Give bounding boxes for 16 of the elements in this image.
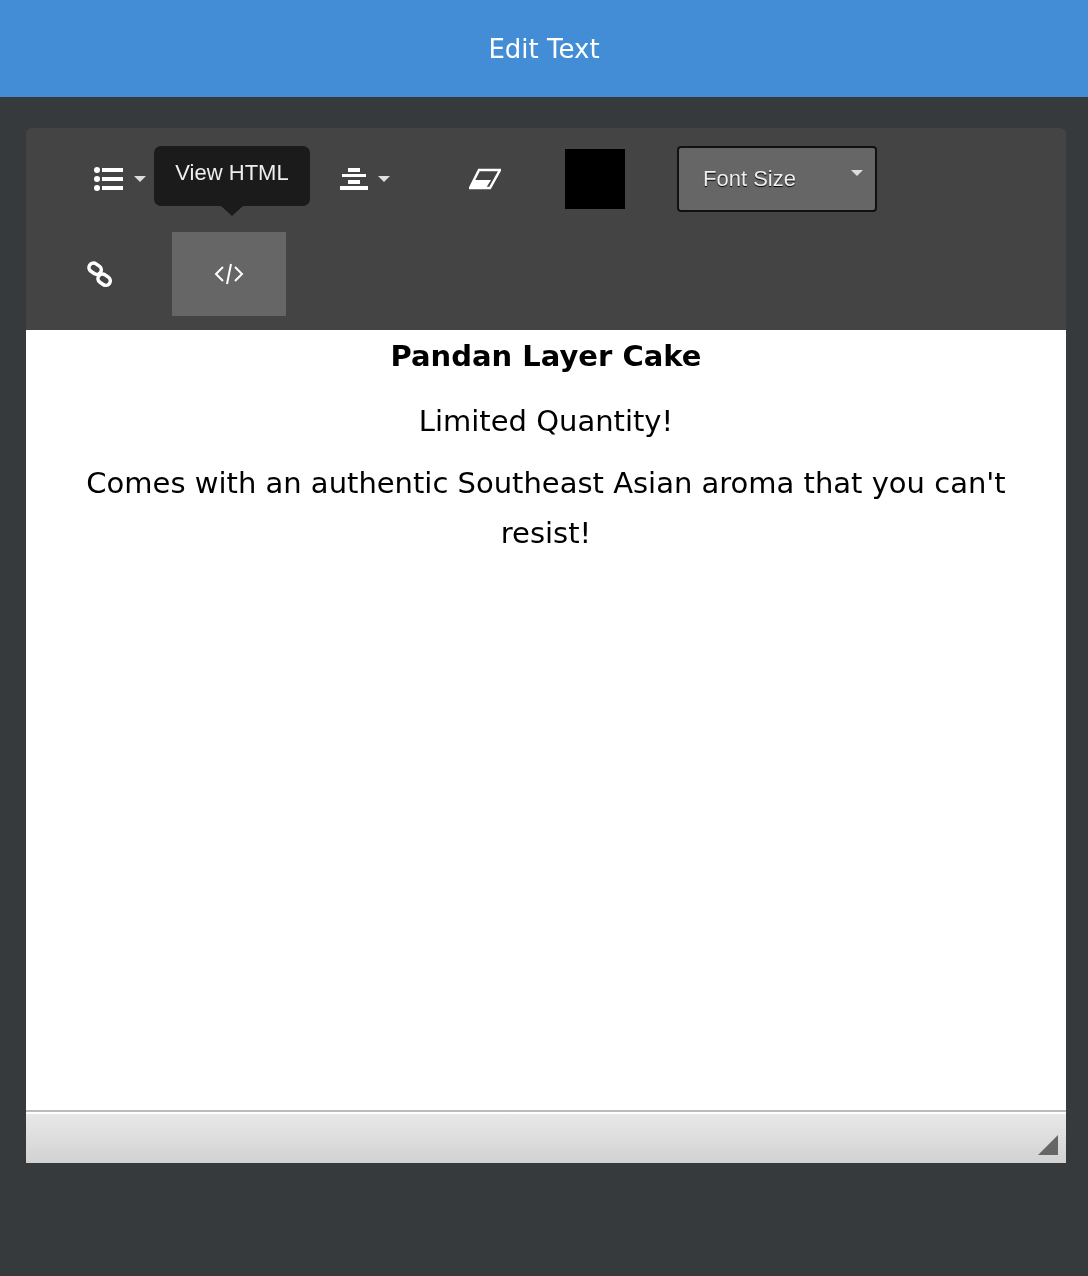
resize-grip-icon[interactable] <box>1038 1135 1058 1155</box>
font-size-dropdown[interactable]: Font Size <box>677 146 877 212</box>
list-icon <box>94 167 124 191</box>
heading: Pandan Layer Cake <box>389 338 703 375</box>
align-center-icon <box>340 168 368 190</box>
code-icon <box>214 262 244 286</box>
tooltip-text: View HTML <box>175 160 289 186</box>
caret-icon <box>378 176 390 182</box>
window-title: Edit Text <box>488 33 600 64</box>
paragraph: Comes with an authentic Southeast Asian aroma that you can't resist! <box>85 465 1007 552</box>
caret-icon <box>134 176 146 182</box>
caret-icon <box>851 170 863 176</box>
paragraph: Limited Quantity! <box>417 403 675 440</box>
color-swatch[interactable] <box>565 149 625 209</box>
link-icon <box>87 261 113 287</box>
eraser-icon <box>469 168 501 190</box>
